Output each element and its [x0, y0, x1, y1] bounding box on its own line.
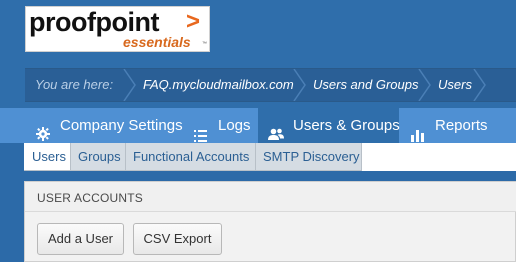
logo-caret: >	[186, 8, 201, 35]
user-accounts-panel: USER ACCOUNTS Add a User CSV Export	[24, 181, 516, 262]
main-content: USER ACCOUNTS Add a User CSV Export	[0, 171, 516, 262]
subnav-groups[interactable]: Groups	[71, 143, 126, 170]
nav-company-settings[interactable]: Company Settings	[24, 108, 183, 143]
nav-reports-label: Reports	[435, 117, 488, 134]
nav-company-settings-label: Company Settings	[60, 117, 183, 134]
nav-users-and-groups[interactable]: Users & Groups	[258, 108, 400, 143]
breadcrumb-separator-icon	[293, 69, 307, 101]
nav-users-and-groups-label: Users & Groups	[293, 117, 400, 134]
logo-trademark: ™	[202, 41, 207, 47]
sub-nav: Users Groups Functional Accounts SMTP Di…	[0, 143, 516, 171]
breadcrumb-separator-icon	[473, 69, 487, 101]
breadcrumb-item-domain[interactable]: FAQ.mycloudmailbox.com	[143, 69, 294, 101]
subnav-smtp-discovery[interactable]: SMTP Discovery	[256, 143, 362, 170]
nav-logs-label: Logs	[218, 117, 251, 134]
breadcrumb-separator-icon	[123, 69, 137, 101]
csv-export-button[interactable]: CSV Export	[133, 223, 222, 255]
breadcrumb-separator-icon	[418, 69, 432, 101]
panel-header: USER ACCOUNTS	[25, 182, 516, 212]
nav-logs[interactable]: Logs	[182, 108, 258, 143]
logo-product-text: essentials	[123, 34, 191, 50]
app-header: proofpoint > essentials ™ You are here: …	[0, 0, 516, 108]
breadcrumb-item-users-and-groups[interactable]: Users and Groups	[313, 69, 419, 101]
subnav-users[interactable]: Users	[24, 143, 71, 170]
subnav-functional-accounts[interactable]: Functional Accounts	[126, 143, 256, 170]
proofpoint-logo[interactable]: proofpoint > essentials ™	[25, 6, 210, 52]
breadcrumb-prefix: You are here:	[35, 77, 114, 92]
add-user-button[interactable]: Add a User	[37, 223, 124, 255]
breadcrumb: You are here: FAQ.mycloudmailbox.com Use…	[25, 68, 516, 102]
nav-reports[interactable]: Reports	[399, 108, 496, 143]
main-nav: Company Settings Logs Users & Groups Rep…	[0, 108, 516, 143]
panel-title: USER ACCOUNTS	[37, 191, 143, 205]
breadcrumb-item-users[interactable]: Users	[438, 69, 472, 101]
logo-brand-text: proofpoint	[29, 7, 159, 37]
